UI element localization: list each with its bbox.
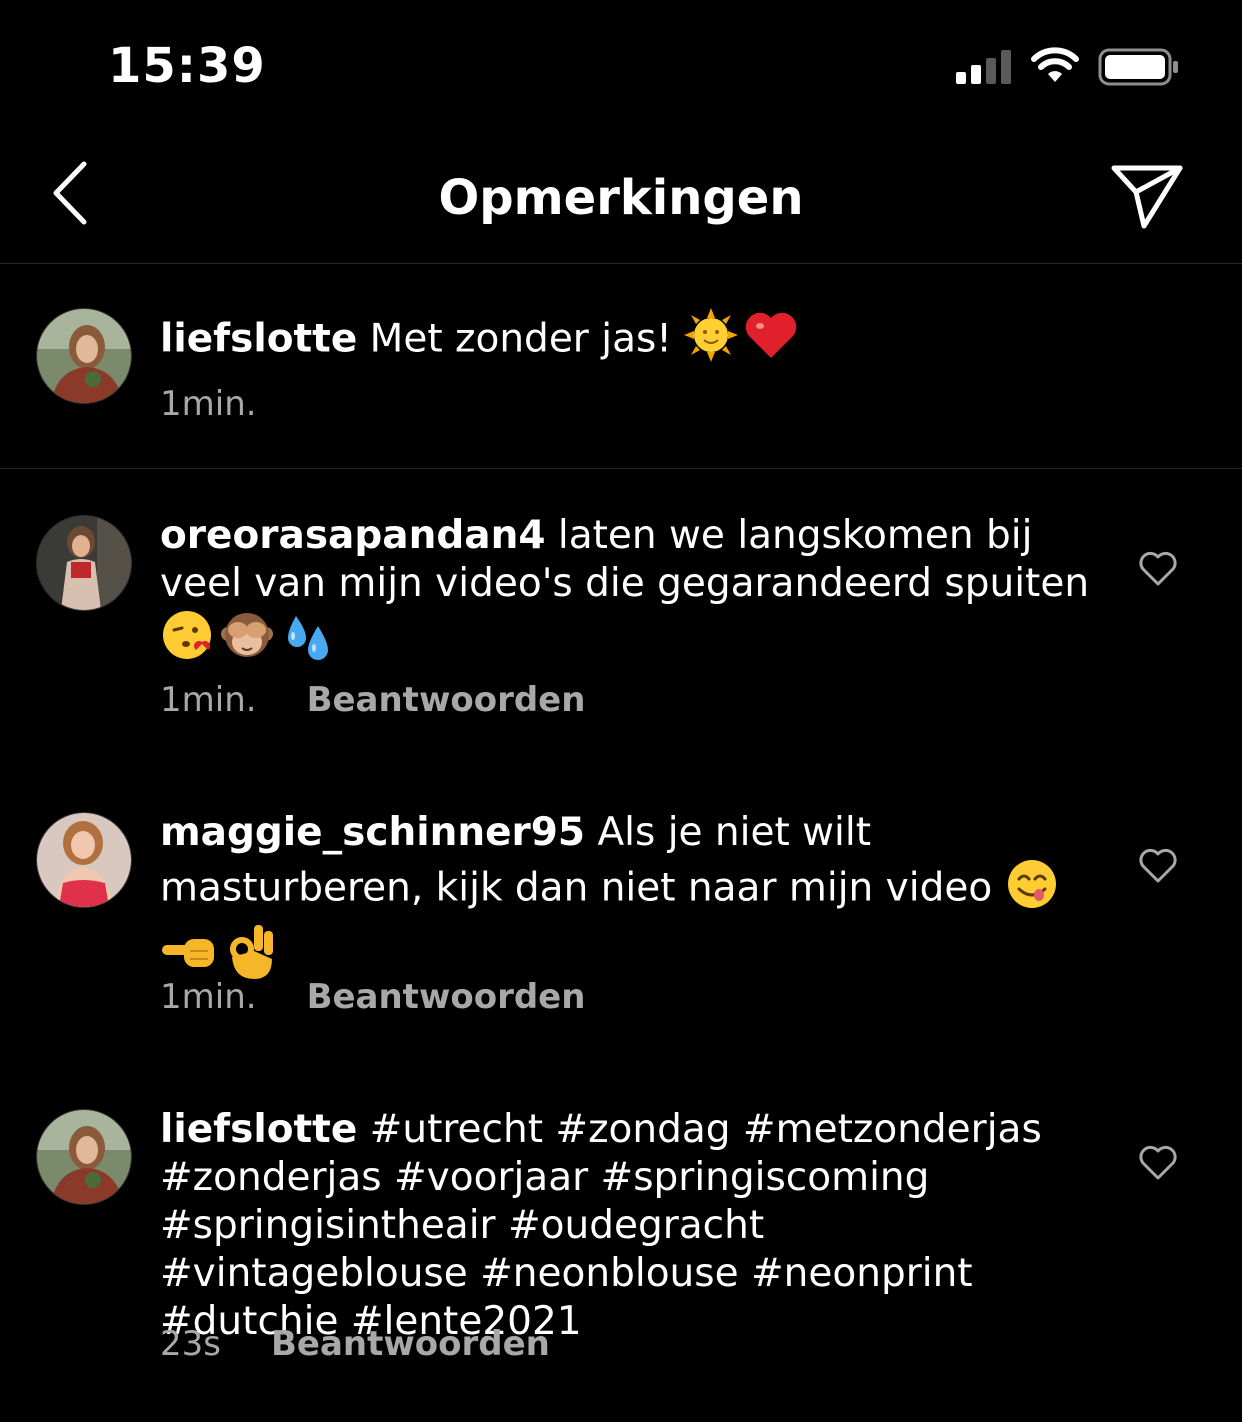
share-button[interactable] [1108, 160, 1188, 232]
username[interactable]: liefslotte [160, 1107, 357, 1152]
status-time: 15:39 [108, 38, 266, 94]
avatar[interactable] [36, 812, 132, 908]
reply-button[interactable]: Beantwoorden [307, 680, 586, 720]
timestamp: 1min. [160, 384, 257, 424]
heart-icon [1139, 551, 1177, 586]
timestamp: 1min. [160, 680, 257, 720]
like-button[interactable] [1138, 551, 1178, 587]
timestamp: 23s [160, 1324, 221, 1364]
comment-item: liefslotte #utrecht #zondag #metzonderja… [0, 1063, 1242, 1403]
post-caption: liefslotte Met zonder jas! 1min. [0, 264, 1242, 469]
avatar[interactable] [36, 515, 132, 611]
comment-text: maggie_schinner95 Als je niet wilt mastu… [160, 809, 1090, 993]
reply-button[interactable]: Beantwoorden [307, 977, 586, 1017]
page-title: Opmerkingen [438, 170, 804, 226]
nav-bar: Opmerkingen [0, 130, 1242, 264]
sun-face-emoji [684, 308, 739, 374]
username[interactable]: oreorasapandan4 [160, 513, 546, 558]
heart-icon [1139, 848, 1177, 883]
signal-icon [956, 50, 1011, 84]
paper-plane-icon [1111, 165, 1183, 229]
like-button[interactable] [1138, 848, 1178, 884]
comment-text: oreorasapandan4 laten we langskomen bij … [160, 512, 1090, 674]
face-savoring-food-emoji [1005, 857, 1059, 923]
caption-text: liefslotte Met zonder jas! [160, 308, 1090, 374]
username[interactable]: maggie_schinner95 [160, 810, 585, 855]
like-button[interactable] [1138, 1145, 1178, 1181]
timestamp: 1min. [160, 977, 257, 1017]
comment-meta: 1min. Beantwoorden [160, 977, 585, 1017]
caption-body: Met zonder jas! [357, 316, 685, 362]
comment-meta: 23s Beantwoorden [160, 1324, 550, 1364]
wifi-icon [1031, 47, 1079, 82]
avatar[interactable] [36, 308, 132, 404]
comment-item: maggie_schinner95 Als je niet wilt mastu… [0, 766, 1242, 1056]
battery-icon [1098, 48, 1178, 86]
red-heart-emoji [744, 310, 798, 372]
reply-button[interactable]: Beantwoorden [271, 1324, 550, 1364]
username[interactable]: liefslotte [160, 317, 357, 362]
comment-text: liefslotte #utrecht #zondag #metzonderja… [160, 1106, 1070, 1346]
status-bar: 15:39 [0, 0, 1242, 130]
comment-meta: 1min. [160, 384, 257, 424]
avatar[interactable] [36, 1109, 132, 1205]
see-no-evil-monkey-emoji [220, 608, 274, 674]
sweat-droplets-emoji [280, 608, 334, 674]
comment-meta: 1min. Beantwoorden [160, 680, 585, 720]
comment-item: oreorasapandan4 laten we langskomen bij … [0, 469, 1242, 759]
face-blowing-kiss-emoji [160, 608, 214, 674]
heart-icon [1139, 1145, 1177, 1180]
